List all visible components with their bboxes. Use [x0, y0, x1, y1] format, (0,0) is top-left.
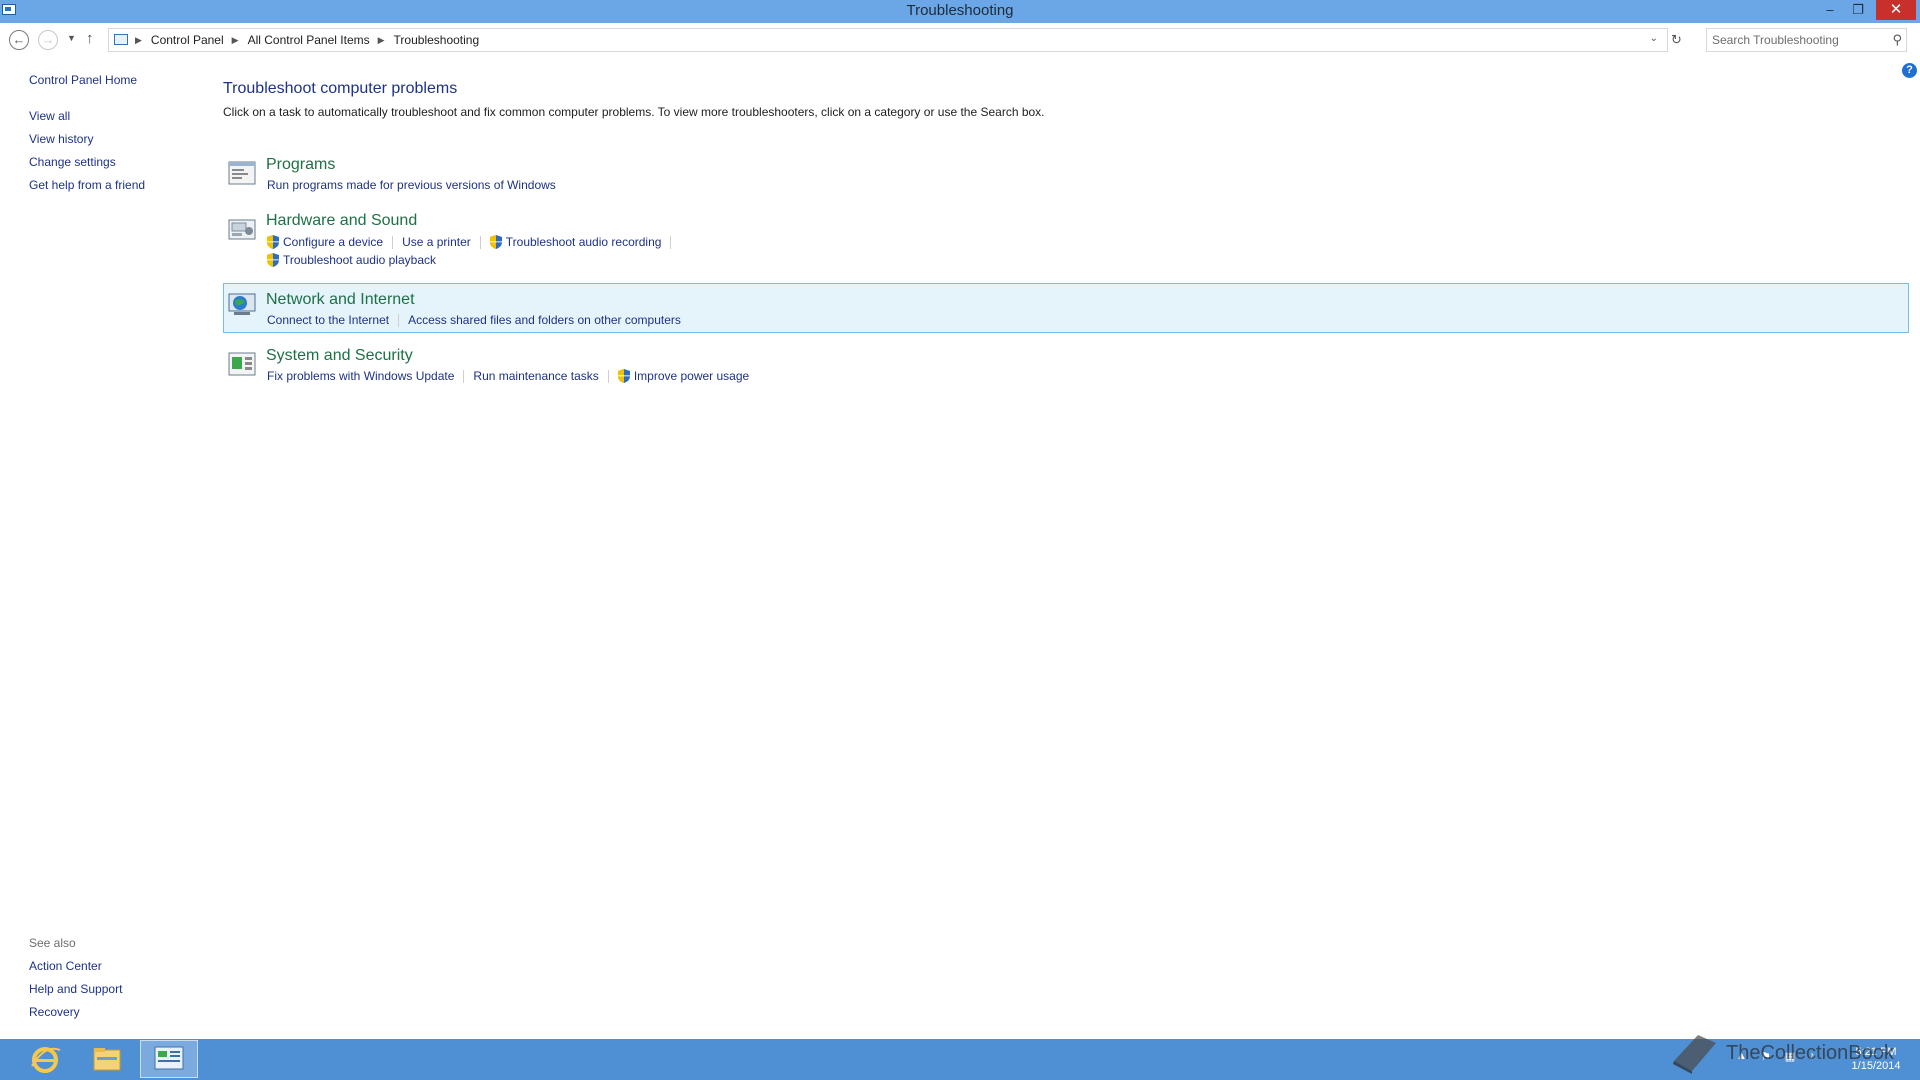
divider	[463, 369, 465, 383]
file-explorer-icon	[93, 1048, 121, 1071]
control-panel-home-link[interactable]: Control Panel Home	[29, 73, 137, 87]
breadcrumb: ▶ Control Panel ▶ All Control Panel Item…	[135, 33, 479, 47]
category-title[interactable]: Network and Internet	[266, 291, 415, 309]
internet-explorer-button[interactable]	[16, 1040, 74, 1078]
forward-button[interactable]: →	[38, 30, 58, 50]
category-links: Connect to the Internet Access shared fi…	[267, 313, 681, 327]
task-link[interactable]: Connect to the Internet	[267, 313, 389, 327]
category-system-security: System and Security Fix problems with Wi…	[223, 347, 1909, 392]
search-input[interactable]	[1707, 29, 1877, 51]
internet-explorer-icon	[31, 1047, 61, 1073]
see-also-section: See also Action Center Help and Support …	[29, 936, 122, 1028]
search-icon[interactable]: ⚲	[1892, 32, 1902, 48]
view-all-link[interactable]: View all	[29, 109, 145, 132]
close-button[interactable]: ✕	[1876, 0, 1916, 20]
file-explorer-button[interactable]	[78, 1040, 136, 1078]
system-security-icon	[228, 352, 256, 376]
breadcrumb-chevron-icon[interactable]: ▶	[232, 35, 239, 46]
search-box: ⚲	[1706, 28, 1907, 52]
main-content: Troubleshoot computer problems Click on …	[223, 80, 1908, 119]
taskbar: ▲ ⚑ ▦ ♪ 5:21 PM 1/15/2014	[0, 1039, 1920, 1080]
task-link[interactable]: Troubleshoot audio playback	[267, 253, 436, 267]
task-link-label: Configure a device	[283, 235, 384, 249]
title-bar: Troubleshooting – ❐ ✕	[0, 0, 1920, 23]
address-dropdown-icon[interactable]: ⌄	[1650, 33, 1658, 44]
breadcrumb-troubleshooting[interactable]: Troubleshooting	[394, 33, 480, 47]
category-links: Configure a device Use a printer Trouble…	[267, 235, 680, 249]
task-link[interactable]: Improve power usage	[617, 369, 750, 383]
divider	[607, 369, 609, 383]
task-link[interactable]: Configure a device	[267, 235, 383, 249]
category-title[interactable]: System and Security	[266, 347, 413, 365]
intro-text: Click on a task to automatically trouble…	[223, 105, 1045, 119]
help-icon[interactable]: ?	[1902, 63, 1917, 78]
navigation-bar: ← → ▼ ↑ ▶ Control Panel ▶ All Control Pa…	[0, 28, 1920, 52]
category-network-internet[interactable]: Network and Internet Connect to the Inte…	[223, 283, 1909, 333]
task-link-label: Improve power usage	[633, 369, 750, 383]
divider	[398, 313, 400, 327]
control-panel-icon	[154, 1046, 184, 1070]
task-link-label: Troubleshoot audio playback	[283, 253, 436, 267]
divider	[392, 235, 394, 249]
change-settings-link[interactable]: Change settings	[29, 155, 145, 178]
page-title: Troubleshoot computer problems	[223, 80, 458, 97]
breadcrumb-control-panel[interactable]: Control Panel	[151, 33, 224, 47]
control-panel-taskbar-button[interactable]	[140, 1040, 198, 1078]
category-links: Troubleshoot audio playback	[267, 253, 436, 267]
category-title[interactable]: Programs	[266, 156, 335, 174]
task-link-label: Troubleshoot audio recording	[505, 235, 662, 249]
refresh-icon[interactable]: ↻	[1671, 32, 1682, 48]
watermark: TheCollectionBook	[1668, 1031, 1894, 1075]
category-title[interactable]: Hardware and Sound	[266, 212, 417, 230]
watermark-text: TheCollectionBook	[1726, 1041, 1894, 1064]
task-link[interactable]: Fix problems with Windows Update	[267, 369, 454, 383]
category-links: Fix problems with Windows Update Run mai…	[267, 369, 749, 383]
book-watermark-icon	[1673, 1035, 1716, 1074]
uac-shield-icon	[489, 235, 502, 249]
action-center-link[interactable]: Action Center	[29, 959, 122, 982]
window-title: Troubleshooting	[906, 2, 1014, 19]
category-programs: Programs Run programs made for previous …	[223, 156, 1909, 201]
category-hardware-sound: Hardware and Sound Configure a device Us…	[223, 212, 1909, 274]
hardware-sound-icon	[228, 219, 256, 240]
view-history-link[interactable]: View history	[29, 132, 145, 155]
task-links: View all View history Change settings Ge…	[29, 109, 145, 201]
programs-icon	[228, 161, 256, 185]
minimize-button[interactable]: –	[1816, 0, 1844, 20]
get-help-from-friend-link[interactable]: Get help from a friend	[29, 178, 145, 201]
divider	[479, 235, 481, 249]
uac-shield-icon	[617, 369, 630, 383]
uac-shield-icon	[267, 253, 279, 267]
recent-locations-dropdown-icon[interactable]: ▼	[67, 33, 76, 43]
category-links: Run programs made for previous versions …	[267, 178, 556, 192]
task-link[interactable]: Access shared files and folders on other…	[408, 313, 681, 327]
uac-shield-icon	[267, 235, 279, 249]
back-button[interactable]: ←	[9, 30, 29, 50]
up-arrow-icon[interactable]: ↑	[86, 30, 94, 47]
breadcrumb-chevron-icon[interactable]: ▶	[378, 35, 385, 46]
task-link[interactable]: Use a printer	[402, 235, 471, 249]
help-and-support-link[interactable]: Help and Support	[29, 982, 122, 1005]
task-link[interactable]: Troubleshoot audio recording	[489, 235, 662, 249]
task-link[interactable]: Run programs made for previous versions …	[267, 178, 556, 192]
see-also-header: See also	[29, 936, 76, 950]
breadcrumb-all-items[interactable]: All Control Panel Items	[248, 33, 370, 47]
network-icon	[228, 293, 256, 315]
breadcrumb-chevron-icon[interactable]: ▶	[135, 35, 142, 46]
recovery-link[interactable]: Recovery	[29, 1005, 122, 1028]
task-link[interactable]: Run maintenance tasks	[473, 369, 598, 383]
address-bar[interactable]: ▶ Control Panel ▶ All Control Panel Item…	[108, 28, 1668, 52]
restore-button[interactable]: ❐	[1844, 0, 1872, 20]
divider	[670, 235, 672, 249]
control-panel-location-icon	[114, 34, 128, 45]
